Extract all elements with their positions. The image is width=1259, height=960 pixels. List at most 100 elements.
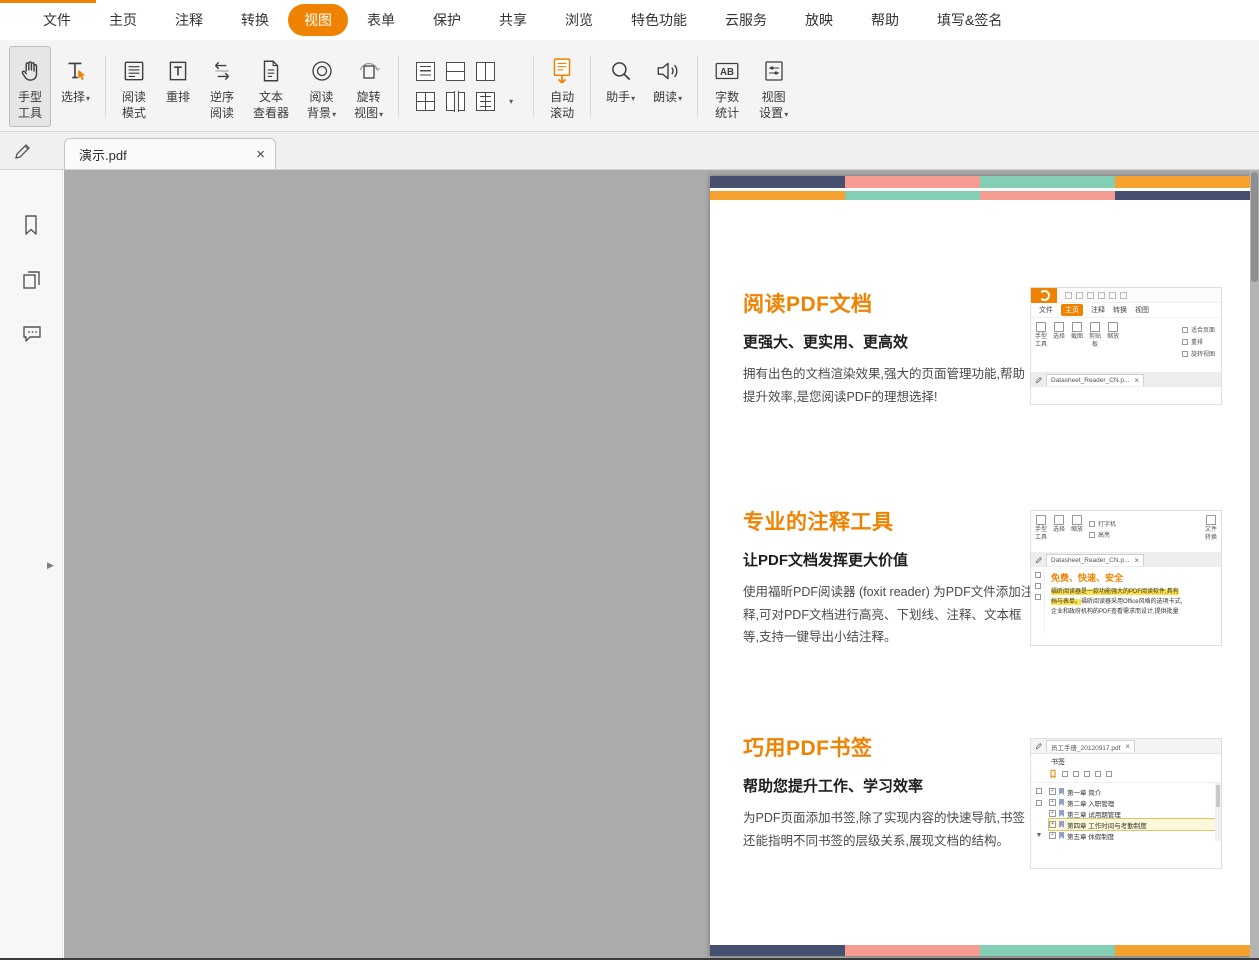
text-viewer-label: 文本 查看器: [253, 90, 289, 121]
reader-screenshot-thumbnail: 文件 主页 注释 转换 视图 手型 工具 选择 截图 剪贴 板 缩放 适合页面: [1030, 287, 1222, 405]
chevron-down-icon: ▾: [86, 94, 90, 103]
menu-fill-sign[interactable]: 填写&签名: [918, 4, 1021, 36]
menu-file[interactable]: 文件: [24, 4, 90, 36]
mini-bookmark-tree: +第一章 简介 +第二章 入职管理 +第三章 试用期管理 +第四章 工作时间与考…: [1047, 783, 1215, 841]
auto-scroll-icon: [549, 55, 575, 87]
mini-body-text: 福昕阅读器采用Office风格的选项卡式,: [1081, 599, 1182, 605]
close-icon: ×: [1125, 743, 1130, 751]
page-top-stripe-2: [710, 191, 1250, 200]
ribbon-separator: [398, 56, 399, 117]
mini-tool: 缩放: [1071, 515, 1083, 550]
menu-view[interactable]: 视图: [288, 4, 348, 36]
menu-help[interactable]: 帮助: [852, 4, 918, 36]
pages-panel-button[interactable]: [21, 269, 43, 296]
panel-expand-arrow[interactable]: ▶: [47, 560, 54, 571]
auto-scroll-button[interactable]: 自动 滚动: [541, 46, 583, 127]
read-mode-button[interactable]: 阅读 模式: [113, 46, 155, 127]
read-background-icon: [309, 55, 335, 87]
menu-protect[interactable]: 保护: [414, 4, 480, 36]
scrollbar-thumb[interactable]: [1251, 172, 1258, 282]
rotate-view-button[interactable]: 旋转 视图▾: [346, 46, 391, 127]
speaker-icon: [654, 55, 682, 87]
menu-cloud[interactable]: 云服务: [706, 4, 786, 36]
hand-tool-button[interactable]: 手型 工具: [9, 46, 51, 127]
mini-tool: 手型 工具: [1035, 515, 1047, 550]
chevron-down-icon: ▾: [379, 110, 383, 119]
mini-icon: [1076, 292, 1083, 299]
mini-icon: [1084, 771, 1090, 777]
reflow-label: 重排: [166, 90, 190, 106]
reverse-read-label: 逆序 阅读: [210, 90, 234, 121]
single-page-view-icon[interactable]: [416, 62, 435, 81]
menu-browse[interactable]: 浏览: [546, 4, 612, 36]
view-settings-button[interactable]: 视图 设置▾: [751, 46, 796, 127]
chevron-down-icon[interactable]: ▾: [509, 97, 513, 106]
mini-tool: 选择: [1053, 322, 1065, 370]
bookmark-item: +第二章 入职管理: [1049, 797, 1215, 808]
section-subtitle: 让PDF文档发挥更大价值: [743, 549, 1037, 570]
magnifier-icon: [608, 55, 634, 87]
page-layout-group: ▾: [405, 44, 527, 129]
comments-panel-button[interactable]: [21, 324, 43, 349]
bookmark-panel-button[interactable]: [21, 214, 41, 241]
close-icon[interactable]: ×: [256, 147, 265, 162]
menu-share[interactable]: 共享: [480, 4, 546, 36]
view-settings-label: 视图 设置: [759, 90, 786, 120]
mini-icon: [1035, 583, 1041, 589]
book-view-icon[interactable]: [476, 92, 495, 111]
mini-icon: [1087, 292, 1094, 299]
mini-scrollbar: [1215, 783, 1221, 841]
page-bottom-stripe: [710, 945, 1250, 956]
mini-icon: [1073, 771, 1079, 777]
annotation-screenshot-thumbnail: 手型 工具 选择 缩放 打字机 高亮 文件 转换 Datasheet_Reade…: [1030, 510, 1222, 646]
section-title: 巧用PDF书签: [743, 732, 1037, 762]
document-tab[interactable]: 演示.pdf ×: [64, 138, 276, 169]
mini-document-tab: 员工手册_20120917.pdf×: [1046, 740, 1135, 752]
word-count-button[interactable]: AB 字数 统计: [705, 46, 749, 127]
ribbon-separator: [105, 56, 106, 117]
hand-tool-label: 手型 工具: [18, 90, 42, 121]
assistant-label: 助手: [606, 90, 630, 104]
mini-tab-bar: Datasheet_Reader_CN.p...×: [1031, 553, 1221, 567]
mini-document-tab: Datasheet_Reader_CN.p...×: [1046, 374, 1144, 386]
document-canvas[interactable]: 阅读PDF文档 更强大、更实用、更高效 拥有出色的文档渲染效果,强大的页面管理功…: [64, 170, 1259, 958]
section-body: 拥有出色的文档渲染效果,强大的页面管理功能,帮助提升效率,是您阅读PDF的理想选…: [743, 363, 1037, 408]
reflow-button[interactable]: 重排: [157, 46, 199, 127]
highlighted-text: 福昕阅读器是一款功能强大的PDF阅读软件,具有: [1051, 589, 1179, 595]
section-subtitle: 更强大、更实用、更高效: [743, 331, 1037, 352]
facing-view-icon[interactable]: [476, 62, 495, 81]
mini-page-content: 免费、快速、安全 福昕阅读器是一款功能强大的PDF阅读软件,具有 档与表单。福昕…: [1045, 567, 1221, 633]
assistant-button[interactable]: 助手▾: [598, 46, 643, 127]
pencil-icon[interactable]: [13, 141, 33, 166]
highlighted-text: 档与表单。: [1051, 599, 1081, 605]
mini-panel-title: 书签: [1031, 754, 1221, 768]
close-icon: ×: [1134, 557, 1139, 565]
menu-convert[interactable]: 转换: [222, 4, 288, 36]
continuous-view-icon[interactable]: [446, 62, 465, 81]
reverse-read-icon: [209, 55, 235, 87]
auto-scroll-label: 自动 滚动: [550, 90, 574, 121]
mini-icon: [1098, 292, 1105, 299]
section-body: 为PDF页面添加书签,除了实现内容的快速导航,书签还能指明不同书签的层级关系,展…: [743, 807, 1037, 852]
chevron-down-icon: ▼: [1036, 832, 1043, 841]
text-viewer-button[interactable]: 文本 查看器: [245, 46, 297, 127]
split-view-icon[interactable]: [446, 92, 465, 111]
mini-icon: [1036, 800, 1042, 806]
reverse-read-button[interactable]: 逆序 阅读: [201, 46, 243, 127]
pencil-icon: [1035, 742, 1043, 750]
read-background-button[interactable]: 阅读 背景▾: [299, 46, 344, 127]
mini-menu-item: 文件: [1039, 305, 1053, 315]
select-tool-button[interactable]: 选择▾: [53, 46, 98, 127]
vertical-scrollbar[interactable]: [1250, 170, 1259, 958]
hand-icon: [17, 55, 43, 87]
read-aloud-button[interactable]: 朗读▾: [645, 46, 690, 127]
menu-present[interactable]: 放映: [786, 4, 852, 36]
menu-features[interactable]: 特色功能: [612, 4, 706, 36]
continuous-facing-view-icon[interactable]: [416, 92, 435, 111]
menu-form[interactable]: 表单: [348, 4, 414, 36]
section-title: 专业的注释工具: [743, 506, 1037, 536]
menu-home[interactable]: 主页: [90, 4, 156, 36]
mini-tab-bar: Datasheet_Reader_CN.p...×: [1031, 373, 1221, 387]
mini-convert-tool: 文件 转换: [1205, 515, 1217, 550]
menu-comment[interactable]: 注释: [156, 4, 222, 36]
